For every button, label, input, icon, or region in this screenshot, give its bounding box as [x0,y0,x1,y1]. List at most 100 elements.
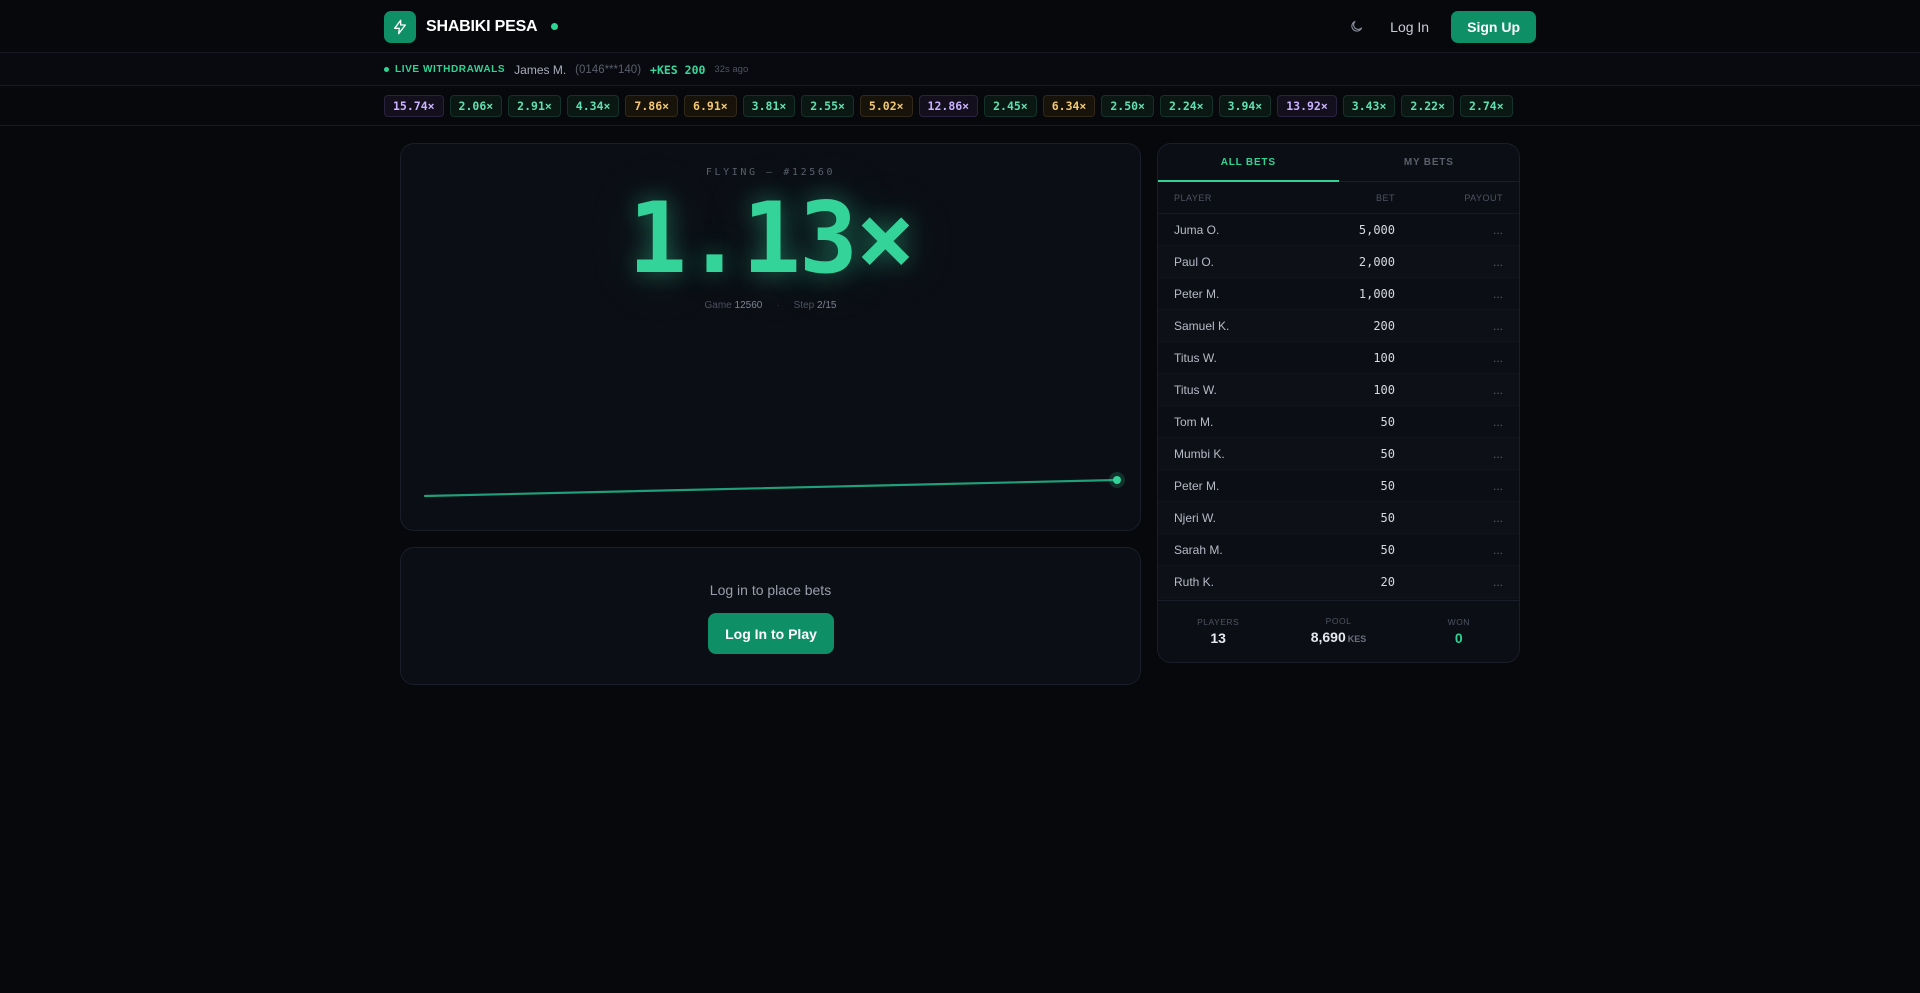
bet-row: Ruth K. 20... [1158,566,1519,598]
history-multiplier-chip[interactable]: 3.81× [742,95,796,117]
history-multiplier-chip[interactable]: 4.34× [566,95,620,117]
history-multiplier-chip[interactable]: 15.74× [384,95,444,117]
bet-payout: ... [1492,478,1503,493]
lightning-icon [384,10,416,43]
stat-pool-unit: KES [1347,634,1367,644]
history-multiplier-chip[interactable]: 12.86× [918,95,979,117]
bets-stats: PLAYERS 13 POOL 8,690 KES WON 0 [1158,600,1519,662]
bet-player: Peter M. [1174,286,1220,301]
bet-amount: 50 [1380,446,1395,461]
bet-row: Juma O. 5,000... [1158,214,1519,246]
bet-row: Peter M. 50... [1158,470,1519,502]
bet-payout: ... [1492,254,1503,269]
bet-player: Tom M. [1174,414,1214,429]
bet-player: Sarah M. [1174,542,1223,557]
history-multiplier-chip[interactable]: 13.92× [1277,95,1337,117]
bet-row: Samuel K. 200... [1158,310,1519,342]
history-multiplier-chip[interactable]: 2.50× [1101,95,1154,117]
bet-player: Titus W. [1174,382,1217,397]
history-multiplier-chip[interactable]: 2.06× [449,95,503,117]
bet-row: Peter M. 1,000... [1158,278,1519,310]
bet-row: Njeri W. 50... [1158,502,1519,534]
bet-player: Paul O. [1174,254,1215,269]
withdrawal-amount: +KES 200 [650,62,706,77]
bet-payout: ... [1492,446,1503,461]
stat-players-value: 13 [1210,630,1226,646]
history-multiplier-chip[interactable]: 3.94× [1218,95,1272,117]
bet-player: Peter M. [1174,478,1220,493]
live-withdrawals-label: LIVE WITHDRAWALS [395,64,506,75]
stat-pool-label: POOL [1325,616,1352,626]
login-link[interactable]: Log In [1390,19,1429,35]
bet-payout: ... [1492,318,1503,333]
bet-amount: 20 [1380,574,1395,589]
stat-won-value: 0 [1454,630,1463,646]
current-multiplier: 1.13× [627,182,915,296]
login-to-play-button[interactable]: Log In to Play [708,613,834,654]
bet-payout: ... [1492,574,1503,589]
bet-amount: 2,000 [1358,254,1395,269]
history-multiplier-chip[interactable]: 2.91× [508,95,561,117]
withdrawal-time: 32s ago [714,64,749,75]
game-id: 12560 [734,300,763,311]
bet-amount: 50 [1380,542,1395,557]
bet-row: Paul O. 2,000... [1158,246,1519,278]
live-dot [384,67,389,72]
history-multiplier-chip[interactable]: 2.74× [1460,95,1513,117]
bet-player: Ruth K. [1174,574,1215,589]
bet-player: Juma O. [1174,222,1220,237]
bet-payout: ... [1492,510,1503,525]
history-multiplier-chip[interactable]: 6.34× [1042,95,1096,117]
bet-row: Sarah M. 50... [1158,534,1519,566]
history-multiplier-chip[interactable]: 5.02× [859,95,913,117]
game-step: 2/15 [817,300,837,311]
multiplier-history: 15.74× 2.06× 2.91× 4.34× 7.86× 6.91× 3.81× 2.55… [0,86,1920,126]
bet-amount: 200 [1373,318,1395,333]
tab-my-bets[interactable]: MY BETS [1339,144,1520,181]
bet-player: Njeri W. [1174,510,1216,525]
stat-won: WON 0 [1399,601,1519,662]
bet-panel: Log in to place bets Log In to Play [400,547,1141,685]
column-bet: BET [1375,192,1395,203]
bet-payout: ... [1492,286,1503,301]
history-multiplier-chip[interactable]: 7.86× [625,95,679,117]
live-withdrawals-bar: LIVE WITHDRAWALS James M. (0146***140) +… [0,53,1920,86]
history-multiplier-chip[interactable]: 2.55× [801,95,854,117]
bet-row: Titus W. 100... [1158,374,1519,406]
bet-amount: 5,000 [1358,222,1395,237]
bet-player: Samuel K. [1174,318,1230,333]
column-player: PLAYER [1174,192,1212,203]
bet-row: Titus W. 100... [1158,342,1519,374]
game-meta: Game 12560 · Step 2/15 [401,300,1140,311]
bet-amount: 50 [1380,478,1395,493]
bets-table-header: PLAYER BET PAYOUT [1158,182,1519,214]
bets-table-body: Juma O. 5,000... Paul O. 2,000... Peter M. 1,… [1158,214,1519,598]
tab-all-bets[interactable]: ALL BETS [1158,144,1339,182]
round-status: FLYING — #12560 [705,167,836,178]
bet-payout: ... [1492,382,1503,397]
bet-row: Mumbi K. 50... [1158,438,1519,470]
history-multiplier-chip[interactable]: 2.22× [1401,95,1455,117]
bet-row: Tom M. 50... [1158,406,1519,438]
live-status-dot [551,23,559,30]
history-multiplier-chip[interactable]: 2.24× [1159,95,1213,117]
withdrawal-phone: (0146***140) [575,63,642,76]
history-multiplier-chip[interactable]: 6.91× [684,95,737,117]
bet-payout: ... [1492,542,1503,557]
bet-player: Titus W. [1174,350,1217,365]
brand-name: SHABIKI PESA [426,17,538,35]
column-payout: PAYOUT [1464,192,1503,203]
bet-player: Mumbi K. [1174,446,1225,461]
history-multiplier-chip[interactable]: 3.43× [1342,95,1396,117]
history-multiplier-chip[interactable]: 2.45× [984,95,1037,117]
signup-button[interactable]: Sign Up [1451,10,1536,43]
brand[interactable]: SHABIKI PESA [384,10,559,43]
withdrawal-name: James M. [514,62,567,77]
moon-icon[interactable] [1344,15,1368,39]
stat-won-label: WON [1447,617,1470,627]
stat-players: PLAYERS 13 [1158,601,1278,662]
stat-players-label: PLAYERS [1197,617,1240,627]
bet-payout: ... [1492,222,1503,237]
top-header: SHABIKI PESA Log In Sign Up [0,0,1920,53]
bets-panel: ALL BETS MY BETS PLAYER BET PAYOUT Juma O… [1157,143,1520,663]
